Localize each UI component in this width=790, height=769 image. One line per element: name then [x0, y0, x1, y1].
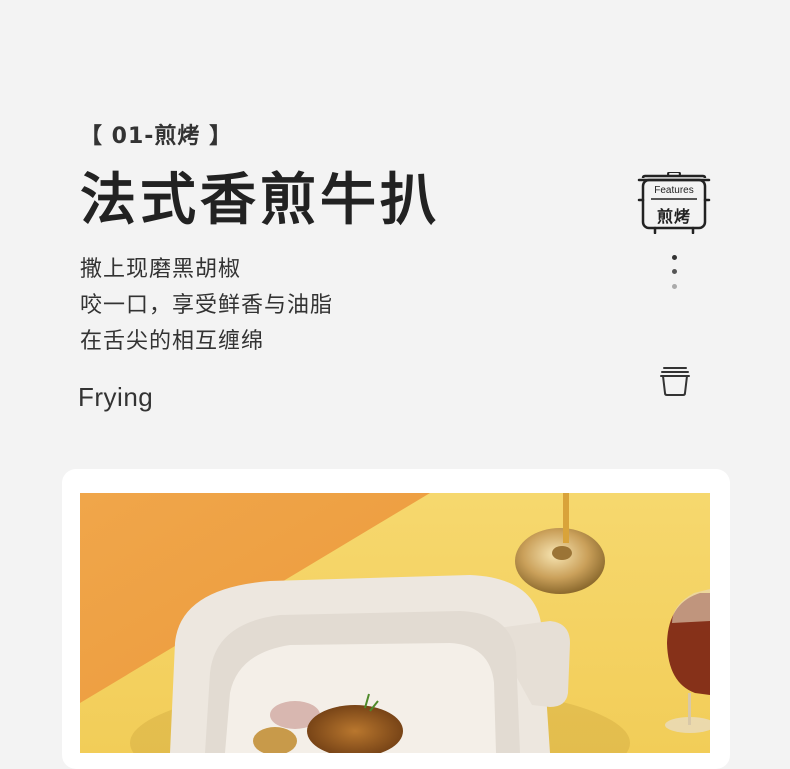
english-subtitle: Frying	[78, 382, 154, 412]
pot-outline-icon	[660, 367, 690, 396]
page-title: 法式香煎牛扒	[80, 168, 440, 233]
features-badge: Features 煎烤	[637, 172, 711, 234]
description: 撒上现磨黑胡椒 咬一口，享受鲜香与油脂 在舌尖的相互缠绵	[80, 252, 333, 360]
frying-pot-illustration	[80, 493, 710, 753]
section-tag: 【 01-煎烤 】	[80, 124, 233, 149]
description-line: 撒上现磨黑胡椒	[80, 257, 242, 282]
vertical-dots-icon	[670, 255, 680, 295]
description-line: 咬一口，享受鲜香与油脂	[80, 293, 334, 318]
badge-category-text: 煎烤	[656, 207, 691, 226]
badge-features-text: Features	[654, 185, 694, 196]
description-line: 在舌尖的相互缠绵	[80, 329, 265, 354]
product-photo	[80, 493, 710, 753]
